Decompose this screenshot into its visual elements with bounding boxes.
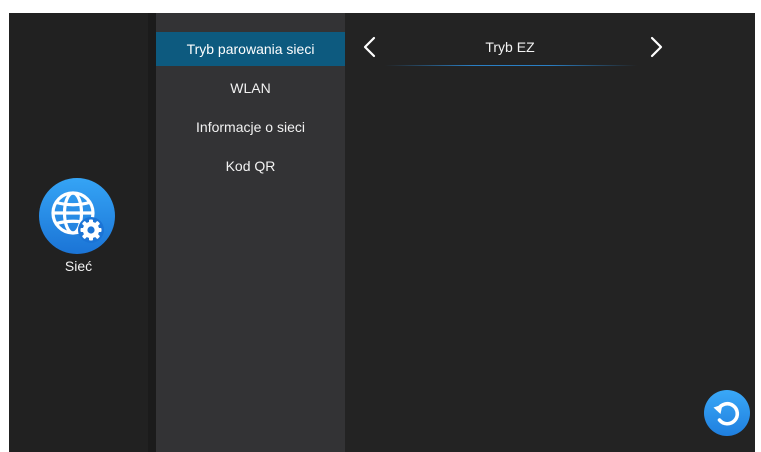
device-screen: Sieć Tryb parowania sieci WLAN Informacj… (9, 13, 755, 452)
menu-item-network-info[interactable]: Informacje o sieci (156, 110, 345, 144)
menu-item-pairing-mode[interactable]: Tryb parowania sieci (156, 32, 345, 66)
section-panel: Sieć (9, 13, 148, 452)
refresh-icon[interactable] (703, 389, 751, 437)
chevron-right-icon[interactable] (643, 35, 667, 59)
content-panel: Tryb EZ (345, 13, 755, 452)
chevron-left-icon[interactable] (359, 35, 383, 59)
section-label: Sieć (64, 258, 93, 274)
panel-divider (148, 13, 156, 452)
menu-item-qr-code[interactable]: Kod QR (156, 149, 345, 183)
submenu-panel: Tryb parowania sieci WLAN Informacje o s… (156, 13, 345, 452)
menu-item-wlan[interactable]: WLAN (156, 71, 345, 105)
globe-gear-icon[interactable] (38, 177, 116, 255)
mode-value: Tryb EZ (485, 39, 535, 55)
mode-underline (385, 65, 637, 66)
